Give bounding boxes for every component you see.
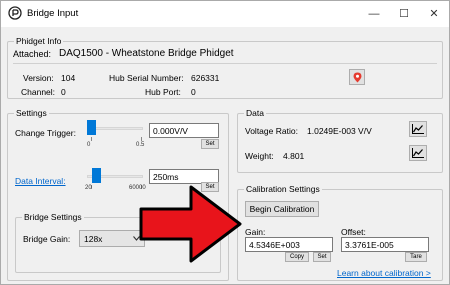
- change-trigger-max: 0.5: [136, 142, 145, 148]
- voltage-ratio-graph-button[interactable]: [409, 121, 427, 137]
- cal-gain-input[interactable]: 4.5346E+003: [245, 237, 333, 252]
- locate-button[interactable]: [349, 69, 365, 85]
- copy-button[interactable]: Copy: [285, 252, 309, 262]
- channel-label: Channel:: [21, 87, 56, 97]
- learn-about-calibration-link[interactable]: Learn about calibration >: [337, 268, 431, 278]
- change-trigger-set-button[interactable]: Set: [201, 139, 219, 149]
- channel-value: 0: [61, 87, 66, 97]
- bridge-gain-value: 128x: [84, 234, 103, 244]
- version-label: Version:: [23, 73, 54, 83]
- line-graph-icon: [412, 148, 424, 158]
- weight-value: 4.801: [283, 151, 305, 161]
- bridge-input-window: Bridge Input — ☐ ✕ Phidget Info Attached…: [0, 0, 450, 285]
- window-title: Bridge Input: [27, 8, 79, 19]
- hub-port-value: 0: [191, 87, 196, 97]
- cal-gain-set-button[interactable]: Set: [313, 252, 331, 262]
- map-pin-icon: [353, 72, 362, 83]
- close-button[interactable]: ✕: [419, 1, 449, 27]
- phidget-info-label: Phidget Info: [14, 36, 64, 46]
- minimize-button[interactable]: —: [359, 1, 389, 27]
- weight-label: Weight:: [245, 151, 274, 161]
- tick: [141, 137, 142, 141]
- maximize-button[interactable]: ☐: [389, 1, 419, 27]
- info-divider: [13, 63, 437, 64]
- data-interval-min: 20: [85, 185, 92, 191]
- voltage-ratio-value: 1.0249E-003 V/V: [307, 126, 372, 136]
- change-trigger-input[interactable]: 0.000V/V: [149, 123, 219, 138]
- data-interval-link[interactable]: Data Interval:: [15, 176, 66, 186]
- voltage-ratio-label: Voltage Ratio:: [245, 126, 298, 136]
- data-label: Data: [244, 108, 266, 118]
- line-graph-icon: [412, 124, 424, 134]
- hub-serial-label: Hub Serial Number:: [109, 73, 184, 83]
- cal-gain-label: Gain:: [245, 227, 266, 237]
- bridge-settings-label: Bridge Settings: [22, 212, 84, 222]
- hub-serial-value: 626331: [191, 73, 220, 83]
- bridge-gain-select[interactable]: 128x: [79, 230, 145, 247]
- change-trigger-min: 0: [87, 142, 91, 148]
- title-bar: Bridge Input — ☐ ✕: [1, 1, 449, 27]
- weight-graph-button[interactable]: [409, 145, 427, 161]
- attached-label: Attached:: [13, 49, 52, 59]
- settings-label: Settings: [14, 108, 49, 118]
- tare-button[interactable]: Tare: [405, 252, 427, 262]
- tick: [91, 137, 92, 141]
- version-value: 104: [61, 73, 76, 83]
- phidget-app-icon: [8, 6, 22, 20]
- begin-calibration-button[interactable]: Begin Calibration: [245, 201, 319, 217]
- offset-input[interactable]: 3.3761E-005: [341, 237, 429, 252]
- red-arrow-overlay: [139, 185, 242, 263]
- change-trigger-label: Change Trigger:: [15, 128, 76, 138]
- offset-label: Offset:: [341, 227, 366, 237]
- change-trigger-slider-thumb[interactable]: [87, 120, 96, 135]
- data-interval-slider-thumb[interactable]: [92, 168, 101, 183]
- calibration-settings-label: Calibration Settings: [244, 184, 322, 194]
- hub-port-label: Hub Port:: [145, 87, 181, 97]
- attached-value: DAQ1500 - Wheatstone Bridge Phidget: [59, 48, 234, 59]
- bridge-gain-label: Bridge Gain:: [23, 234, 71, 244]
